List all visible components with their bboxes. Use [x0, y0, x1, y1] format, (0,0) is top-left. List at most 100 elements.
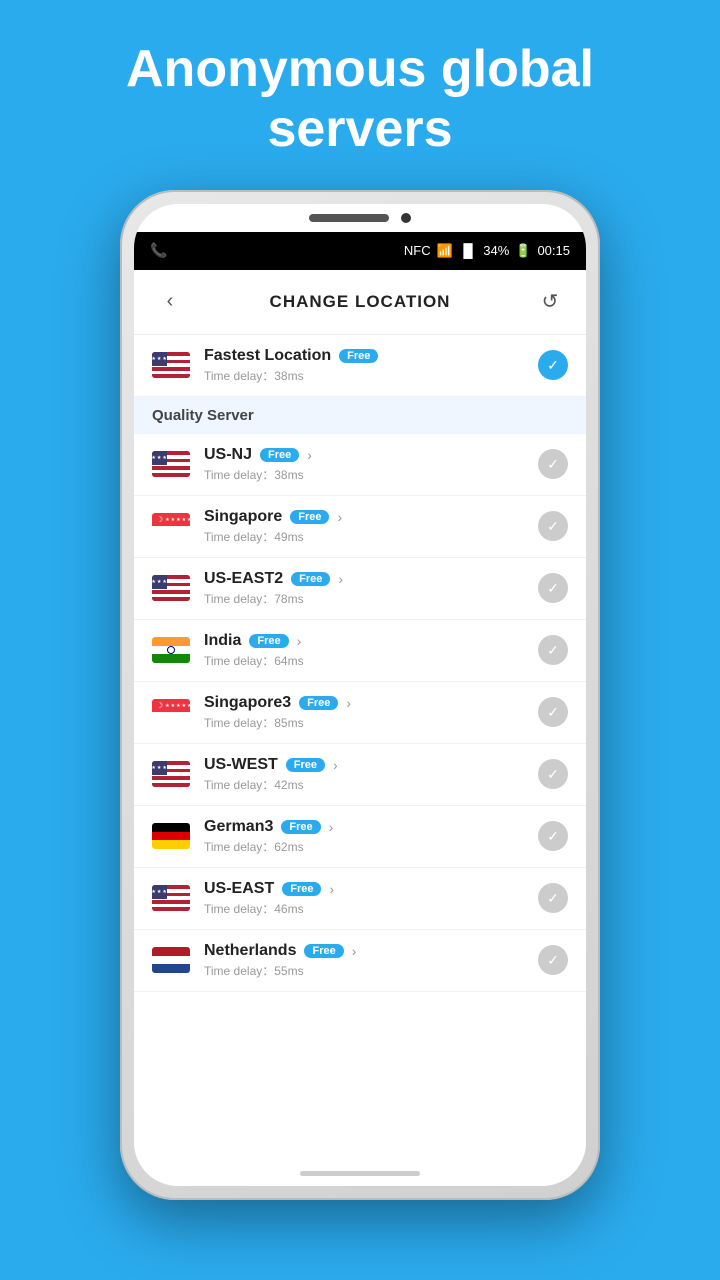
check-icon: ✓: [538, 573, 568, 603]
server-name: US-NJ: [204, 446, 252, 464]
server-name: US-EAST2: [204, 570, 283, 588]
free-badge: Free: [290, 510, 329, 524]
check-icon: ✓: [538, 945, 568, 975]
server-list: ★★★ Fastest Location Free Time delay：38m…: [134, 335, 586, 1186]
status-bar: 📞 NFC 📶 ▐▌ 34% 🔋 00:15: [134, 232, 586, 270]
battery-icon: 🔋: [515, 243, 531, 259]
header-title: CHANGE LOCATION: [270, 292, 451, 312]
free-badge: Free: [282, 882, 321, 896]
hero-title: Anonymous global servers: [0, 40, 720, 160]
quality-server-header: Quality Server: [134, 397, 586, 434]
server-items: ★★★ US-NJ Free › Time delay：38ms ✓ ☽★★★★★ Si…: [134, 434, 586, 992]
back-button[interactable]: ‹: [152, 284, 188, 320]
server-info: India Free › Time delay：64ms: [204, 632, 524, 669]
fastest-name: Fastest Location: [204, 347, 331, 365]
phone-status-icon: 📞: [150, 242, 167, 259]
check-icon: ✓: [538, 821, 568, 851]
chevron-icon[interactable]: ›: [297, 633, 302, 649]
fastest-check: ✓: [538, 350, 568, 380]
time-delay: Time delay：42ms: [204, 776, 524, 793]
time-delay: Time delay：46ms: [204, 900, 524, 917]
server-flag: [152, 637, 190, 663]
chevron-icon[interactable]: ›: [307, 447, 312, 463]
time-delay: Time delay：55ms: [204, 962, 524, 979]
time-delay: Time delay：49ms: [204, 528, 524, 545]
camera-dot: [401, 213, 411, 223]
fastest-delay: Time delay：38ms: [204, 367, 524, 384]
battery-percent: 34%: [483, 243, 509, 258]
list-item[interactable]: German3 Free › Time delay：62ms ✓: [134, 806, 586, 868]
phone-notch: [134, 204, 586, 232]
fastest-location-item[interactable]: ★★★ Fastest Location Free Time delay：38m…: [134, 335, 586, 397]
time-delay: Time delay：85ms: [204, 714, 524, 731]
check-icon: ✓: [538, 697, 568, 727]
fastest-info: Fastest Location Free Time delay：38ms: [204, 347, 524, 384]
refresh-button[interactable]: ↺: [532, 284, 568, 320]
wifi-icon: 📶: [437, 243, 453, 259]
server-flag: ☽★★★★★: [152, 513, 190, 539]
check-icon: ✓: [538, 759, 568, 789]
server-name: US-EAST: [204, 880, 274, 898]
speaker-dots: [309, 214, 389, 222]
server-flag: ★★★: [152, 451, 190, 477]
phone-mockup: 📞 NFC 📶 ▐▌ 34% 🔋 00:15 ‹ CHANGE LOCATION…: [120, 190, 600, 1200]
chevron-icon[interactable]: ›: [352, 943, 357, 959]
list-item[interactable]: ★★★ US-NJ Free › Time delay：38ms ✓: [134, 434, 586, 496]
server-name: Singapore3: [204, 694, 291, 712]
free-badge: Free: [299, 696, 338, 710]
chevron-icon[interactable]: ›: [329, 881, 334, 897]
check-icon: ✓: [538, 449, 568, 479]
check-icon: ✓: [538, 511, 568, 541]
server-info: German3 Free › Time delay：62ms: [204, 818, 524, 855]
server-info: US-WEST Free › Time delay：42ms: [204, 756, 524, 793]
time-delay: Time delay：38ms: [204, 466, 524, 483]
clock: 00:15: [537, 243, 570, 258]
server-name: Singapore: [204, 508, 282, 526]
check-icon: ✓: [538, 883, 568, 913]
fastest-badge: Free: [339, 349, 378, 363]
time-delay: Time delay：64ms: [204, 652, 524, 669]
server-flag: ★★★: [152, 575, 190, 601]
server-flag: ★★★: [152, 885, 190, 911]
list-item[interactable]: ☽★★★★★ Singapore3 Free › Time delay：85ms ✓: [134, 682, 586, 744]
chevron-icon[interactable]: ›: [333, 757, 338, 773]
free-badge: Free: [286, 758, 325, 772]
chevron-icon[interactable]: ›: [346, 695, 351, 711]
server-name: Netherlands: [204, 942, 296, 960]
check-icon: ✓: [538, 635, 568, 665]
server-info: US-EAST2 Free › Time delay：78ms: [204, 570, 524, 607]
server-name: India: [204, 632, 241, 650]
list-item[interactable]: ★★★ US-WEST Free › Time delay：42ms ✓: [134, 744, 586, 806]
server-flag: ☽★★★★★: [152, 699, 190, 725]
free-badge: Free: [260, 448, 299, 462]
server-info: Singapore Free › Time delay：49ms: [204, 508, 524, 545]
list-item[interactable]: Netherlands Free › Time delay：55ms ✓: [134, 930, 586, 992]
time-delay: Time delay：78ms: [204, 590, 524, 607]
server-info: Netherlands Free › Time delay：55ms: [204, 942, 524, 979]
free-badge: Free: [291, 572, 330, 586]
list-item[interactable]: India Free › Time delay：64ms ✓: [134, 620, 586, 682]
free-badge: Free: [249, 634, 288, 648]
signal-bars: ▐▌: [459, 243, 477, 258]
free-badge: Free: [281, 820, 320, 834]
free-badge: Free: [304, 944, 343, 958]
nfc-icon: NFC: [404, 243, 431, 258]
chevron-icon[interactable]: ›: [338, 571, 343, 587]
server-flag: ★★★: [152, 761, 190, 787]
home-indicator: [300, 1171, 420, 1176]
server-flag: [152, 823, 190, 849]
server-info: US-EAST Free › Time delay：46ms: [204, 880, 524, 917]
server-info: US-NJ Free › Time delay：38ms: [204, 446, 524, 483]
chevron-icon[interactable]: ›: [337, 509, 342, 525]
time-delay: Time delay：62ms: [204, 838, 524, 855]
list-item[interactable]: ★★★ US-EAST2 Free › Time delay：78ms ✓: [134, 558, 586, 620]
app-header: ‹ CHANGE LOCATION ↺: [134, 270, 586, 335]
fastest-flag: ★★★: [152, 352, 190, 378]
server-name: US-WEST: [204, 756, 278, 774]
server-name: German3: [204, 818, 273, 836]
server-flag: [152, 947, 190, 973]
list-item[interactable]: ☽★★★★★ Singapore Free › Time delay：49ms ✓: [134, 496, 586, 558]
list-item[interactable]: ★★★ US-EAST Free › Time delay：46ms ✓: [134, 868, 586, 930]
chevron-icon[interactable]: ›: [329, 819, 334, 835]
server-info: Singapore3 Free › Time delay：85ms: [204, 694, 524, 731]
